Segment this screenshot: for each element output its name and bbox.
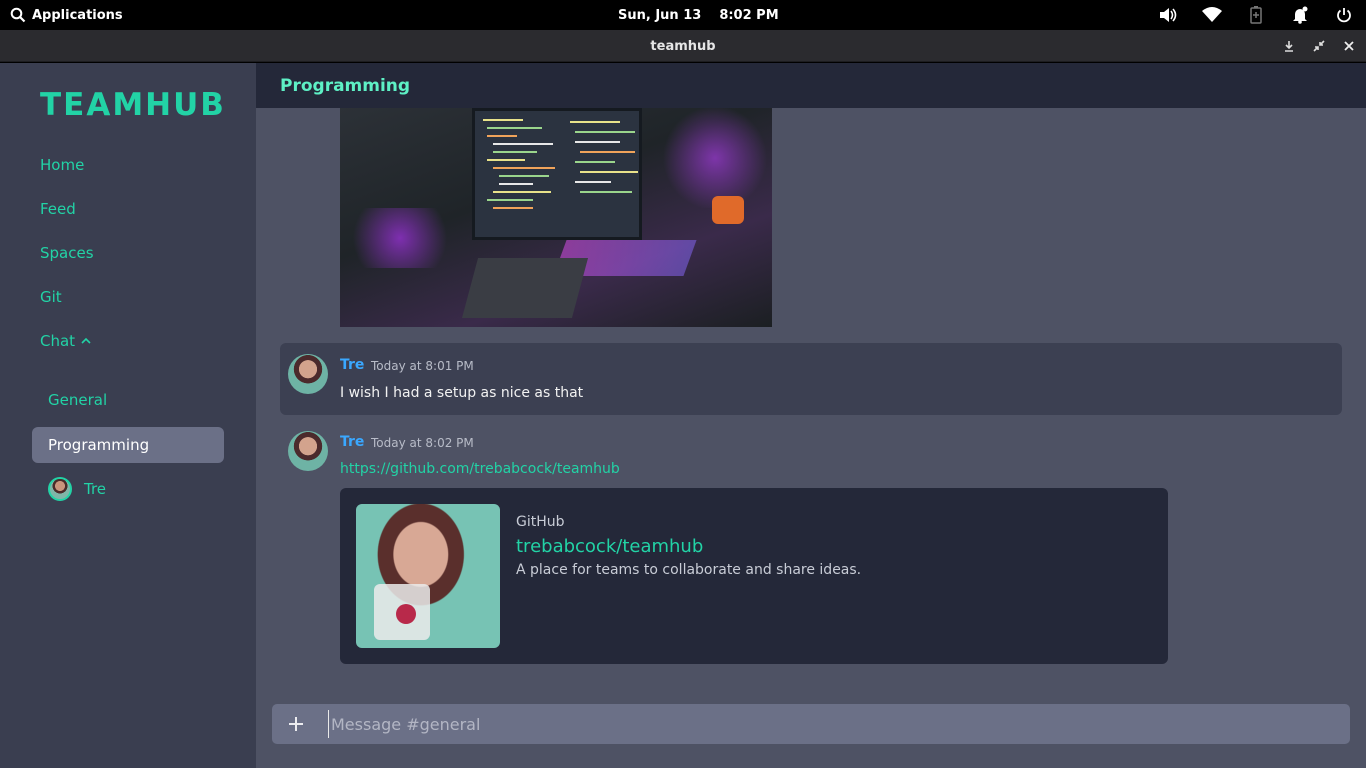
close-icon[interactable] <box>1340 37 1358 55</box>
embed-title[interactable]: trebabcock/teamhub <box>516 536 703 557</box>
message-time: Today at 8:02 PM <box>371 436 474 450</box>
window-title: teamhub <box>650 38 716 54</box>
channel-programming[interactable]: Programming <box>32 427 224 463</box>
date-label: Sun, Jun 13 <box>618 7 702 23</box>
nav-chat-label: Chat <box>40 332 76 350</box>
image-monitor <box>472 108 642 240</box>
channel-header: Programming <box>256 63 1366 108</box>
message-link[interactable]: https://github.com/trebabcock/teamhub <box>340 461 620 477</box>
channel-label: Programming <box>48 436 150 454</box>
avatar <box>288 431 328 471</box>
applications-label: Applications <box>32 7 123 23</box>
nav-spaces[interactable]: Spaces <box>40 244 94 262</box>
channel-title: Programming <box>280 75 411 96</box>
nav-chat[interactable]: Chat <box>40 332 91 350</box>
channel-label: General <box>48 391 108 409</box>
shared-image[interactable] <box>340 108 772 327</box>
system-top-bar: Applications Sun, Jun 13 8:02 PM <box>0 0 1366 30</box>
power-icon[interactable] <box>1334 5 1354 25</box>
message-time: Today at 8:01 PM <box>371 359 474 373</box>
message-composer <box>272 704 1350 744</box>
message-author[interactable]: Tre <box>340 357 364 373</box>
plus-icon <box>289 717 303 731</box>
message-author[interactable]: Tre <box>340 434 364 450</box>
notifications-icon[interactable] <box>1290 5 1310 25</box>
avatar <box>288 354 328 394</box>
brand-logo: TEAMHUB <box>40 87 226 123</box>
chat-main: Programming Tre Today at 8:01 PM I wish … <box>256 63 1366 768</box>
applications-menu[interactable]: Applications <box>10 0 123 30</box>
sidebar: TEAMHUB Home Feed Spaces Git Chat Genera… <box>0 63 256 768</box>
wifi-icon[interactable] <box>1202 5 1222 25</box>
member-tre[interactable]: Tre <box>48 477 106 501</box>
embed-description: A place for teams to collaborate and sha… <box>516 562 862 578</box>
nav-feed[interactable]: Feed <box>40 200 76 218</box>
download-icon[interactable] <box>1280 37 1298 55</box>
avatar <box>48 477 72 501</box>
clock[interactable]: Sun, Jun 13 8:02 PM <box>618 0 779 30</box>
window-controls <box>1280 30 1358 62</box>
volume-icon[interactable] <box>1158 5 1178 25</box>
restore-icon[interactable] <box>1310 37 1328 55</box>
nav-home[interactable]: Home <box>40 156 84 174</box>
channel-general[interactable]: General <box>32 382 224 418</box>
time-label: 8:02 PM <box>719 7 779 23</box>
system-tray <box>1158 0 1354 30</box>
message-input[interactable] <box>328 710 1328 738</box>
message-text: I wish I had a setup as nice as that <box>340 385 584 401</box>
add-attachment-button[interactable] <box>280 708 312 740</box>
battery-icon[interactable] <box>1246 5 1266 25</box>
embed-provider: GitHub <box>516 514 565 530</box>
embed-thumbnail <box>356 504 500 648</box>
link-embed: GitHub trebabcock/teamhub A place for te… <box>340 488 1168 664</box>
chevron-up-icon <box>81 337 91 344</box>
search-icon <box>10 7 26 23</box>
nav-git[interactable]: Git <box>40 288 62 306</box>
chat-message[interactable]: Tre Today at 8:01 PM I wish I had a setu… <box>280 343 1342 415</box>
member-name: Tre <box>84 480 107 498</box>
window-title-bar: teamhub <box>0 30 1366 62</box>
